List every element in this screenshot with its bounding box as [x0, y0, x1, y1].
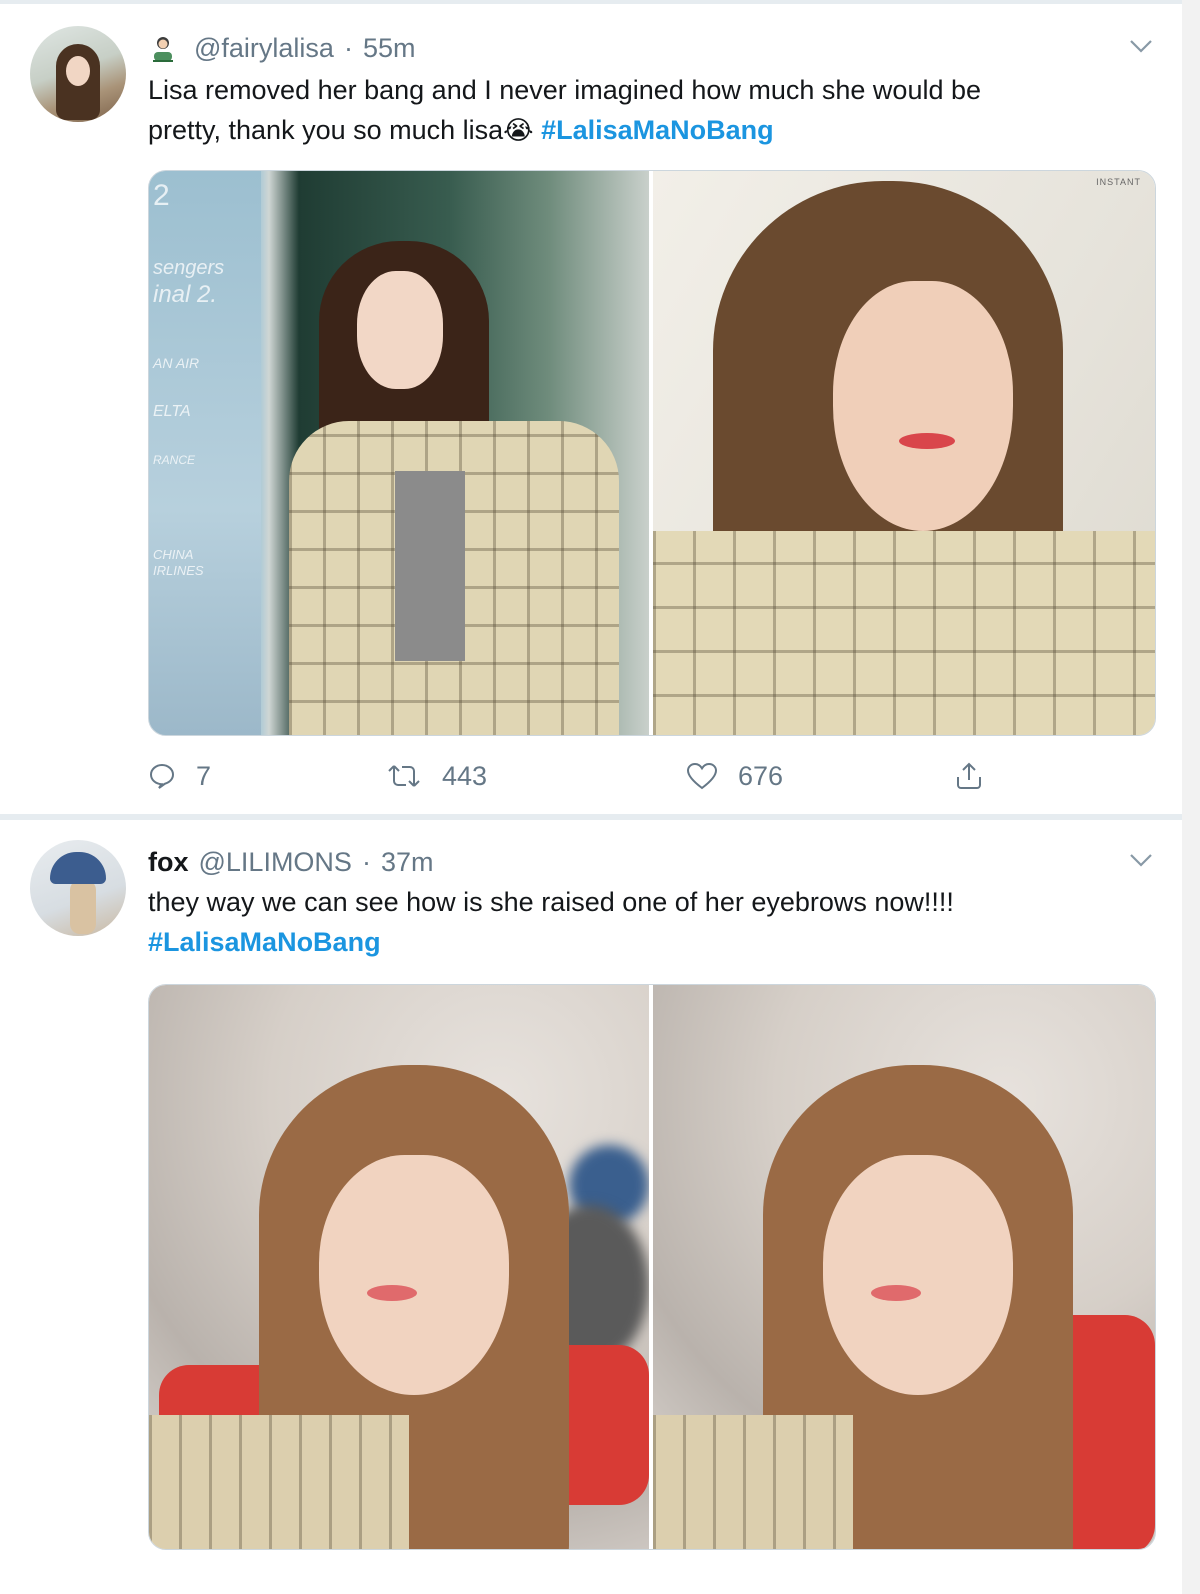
photo-airport[interactable]: 2 sengers inal 2. AN AIR ELTA RANCE CHIN… — [149, 171, 649, 735]
photo-glance-left[interactable] — [149, 985, 649, 1549]
sign-text: ELTA — [153, 403, 191, 420]
share-icon — [957, 762, 981, 789]
tweet-media[interactable]: 2 sengers inal 2. AN AIR ELTA RANCE CHIN… — [148, 170, 1156, 736]
photo-glance-right[interactable] — [653, 985, 1155, 1549]
avatar[interactable] — [30, 26, 126, 122]
sign-text: inal 2. — [153, 281, 218, 308]
share-button[interactable] — [954, 756, 1004, 796]
tweet[interactable]: fox @LILIMONS · 37m they way we can see … — [0, 820, 1182, 1590]
sign-text: CHINA — [153, 547, 194, 562]
crying-emoji: 😭 — [503, 115, 534, 145]
timestamp[interactable]: 37m — [381, 847, 434, 878]
sign-text: sengers — [153, 257, 225, 279]
tweet-text-line: #LalisaMaNoBang — [148, 922, 1128, 962]
tweet-text: Lisa removed her bang and I never imagin… — [148, 70, 1128, 150]
tweet-text-line: pretty, thank you so much lisa😭 #LalisaM… — [148, 110, 1128, 150]
separator: · — [343, 32, 353, 63]
sign-text: 2 — [153, 179, 170, 212]
photo-watermark: INSTANT — [1096, 177, 1141, 187]
reply-icon — [149, 763, 175, 789]
tweet[interactable]: @fairylalisa · 55m Lisa removed her bang… — [0, 6, 1182, 814]
timestamp[interactable]: 55m — [363, 33, 416, 64]
like-count: 676 — [738, 760, 784, 791]
tweet-media[interactable] — [148, 984, 1156, 1550]
tweet-actions: 7 443 676 — [148, 756, 1008, 796]
chevron-down-icon[interactable] — [1128, 36, 1154, 56]
sign-text: RANCE — [153, 453, 196, 467]
hashtag-link[interactable]: #LalisaMaNoBang — [148, 927, 381, 957]
retweet-icon — [388, 765, 420, 787]
reply-button[interactable]: 7 — [148, 756, 211, 796]
airport-sign: 2 sengers inal 2. AN AIR ELTA RANCE CHIN… — [149, 171, 261, 735]
tweet-header: @fairylalisa · 55m — [148, 30, 415, 66]
user-avatar-icon — [153, 37, 173, 62]
right-edge — [1182, 0, 1200, 1594]
photo-closeup[interactable]: INSTANT — [653, 171, 1155, 735]
user-handle[interactable]: @LILIMONS — [199, 847, 352, 878]
tweet-text: they way we can see how is she raised on… — [148, 882, 1128, 962]
like-button[interactable]: 676 — [686, 756, 783, 796]
tweet-text-line: Lisa removed her bang and I never imagin… — [148, 75, 982, 105]
separator: · — [361, 846, 371, 877]
retweet-count: 443 — [442, 760, 488, 791]
tweet-header: fox @LILIMONS · 37m — [148, 844, 433, 880]
avatar[interactable] — [30, 840, 126, 936]
sign-text: IRLINES — [153, 563, 204, 578]
tweet-text-segment: pretty, thank you so much lisa — [148, 115, 504, 145]
tweet-text-line: they way we can see how is she raised on… — [148, 887, 954, 917]
retweet-button[interactable]: 443 — [386, 756, 487, 796]
top-edge — [0, 0, 1200, 4]
reply-count: 7 — [196, 760, 212, 791]
chevron-down-icon[interactable] — [1128, 850, 1154, 870]
heart-icon — [686, 762, 718, 790]
user-handle[interactable]: @fairylalisa — [194, 33, 334, 64]
display-name[interactable]: fox — [148, 847, 189, 878]
sign-text: AN AIR — [153, 355, 200, 371]
hashtag-link[interactable]: #LalisaMaNoBang — [541, 115, 774, 145]
